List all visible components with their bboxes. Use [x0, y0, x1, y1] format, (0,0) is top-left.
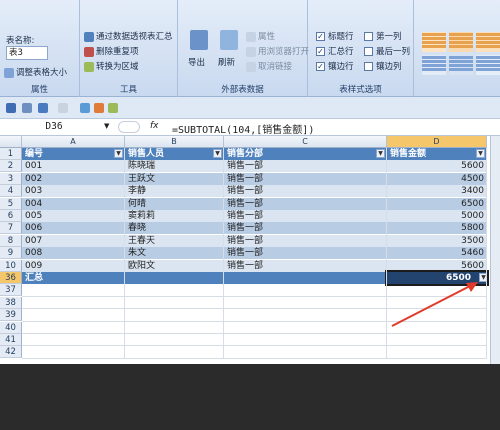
arrow-line	[391, 285, 471, 327]
window-bottom-area	[0, 364, 500, 430]
